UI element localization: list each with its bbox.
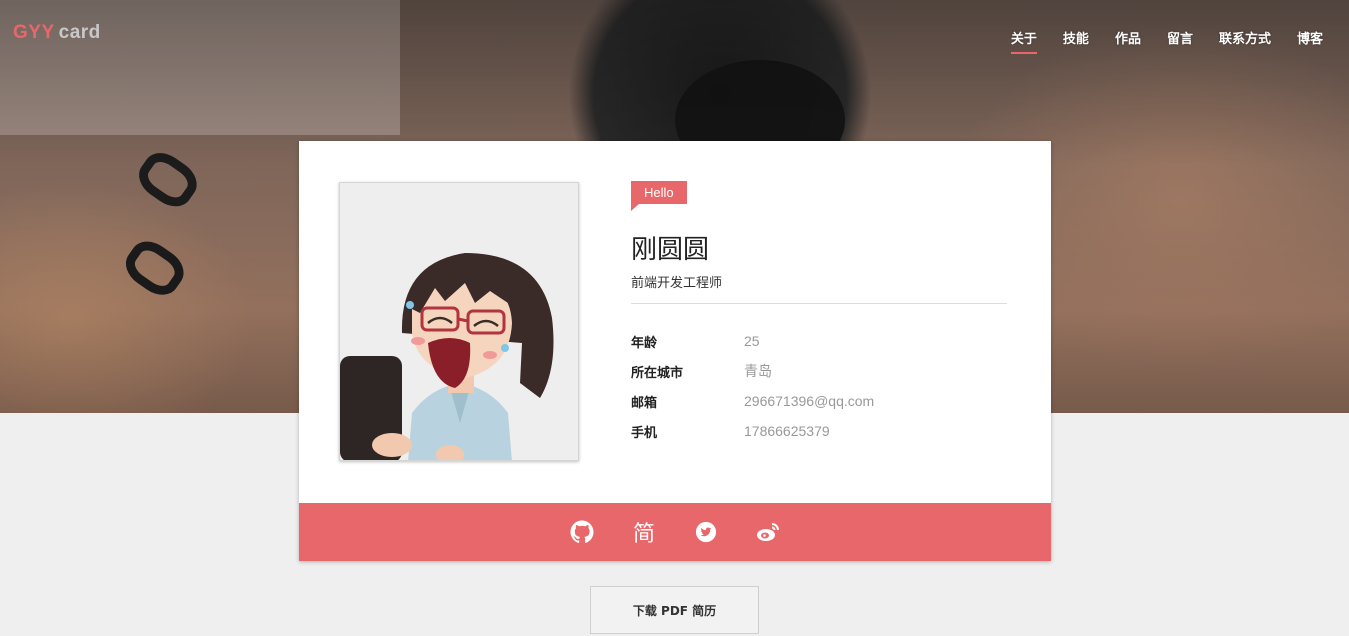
info-label: 手机: [631, 425, 658, 441]
info-row-age: 年龄 25: [631, 326, 1011, 356]
jianshu-icon[interactable]: 简: [631, 519, 657, 547]
nav-item-about[interactable]: 关于: [1010, 28, 1037, 54]
github-icon[interactable]: [569, 519, 595, 545]
twitter-icon[interactable]: [693, 519, 719, 545]
avatar-illustration: [340, 253, 554, 460]
profile-title: 前端开发工程师: [631, 276, 723, 291]
info-label: 年龄: [631, 335, 658, 351]
nav-item-contact[interactable]: 联系方式: [1219, 28, 1271, 54]
top-nav: 关于 技能 作品 留言 联系方式 博客: [985, 28, 1323, 54]
info-row-phone: 手机 17866625379: [631, 416, 1011, 446]
info-label: 邮箱: [631, 395, 658, 411]
download-pdf-button[interactable]: 下载 PDF 简历: [590, 586, 759, 634]
nav-item-skills[interactable]: 技能: [1063, 28, 1089, 54]
avatar: [339, 182, 579, 461]
nav-item-messages[interactable]: 留言: [1167, 28, 1193, 54]
nav-item-blog[interactable]: 博客: [1297, 28, 1323, 54]
brand-part1: GYY: [13, 22, 55, 43]
info-value: 296671396@qq.com: [744, 393, 875, 409]
info-value: 17866625379: [744, 423, 830, 439]
brand-logo[interactable]: GYY card: [13, 22, 101, 44]
brand-part2: card: [58, 22, 101, 43]
info-value: 青岛: [744, 363, 772, 379]
info-row-city: 所在城市 青岛: [631, 356, 1011, 386]
profile-name: 刚圆圆: [631, 235, 710, 265]
info-value: 25: [744, 333, 760, 349]
info-label: 所在城市: [631, 365, 684, 381]
hello-tag: Hello: [631, 181, 687, 211]
social-bar: 简: [299, 503, 1051, 561]
profile-card: Hello 刚圆圆 前端开发工程师 年龄 25 所在城市 青岛 邮箱 29667…: [299, 141, 1051, 561]
weibo-icon[interactable]: [755, 519, 781, 545]
divider: [631, 303, 1007, 304]
profile-info: 年龄 25 所在城市 青岛 邮箱 296671396@qq.com 手机 178…: [631, 326, 1011, 446]
info-row-email: 邮箱 296671396@qq.com: [631, 386, 1011, 416]
nav-item-works[interactable]: 作品: [1115, 28, 1141, 54]
